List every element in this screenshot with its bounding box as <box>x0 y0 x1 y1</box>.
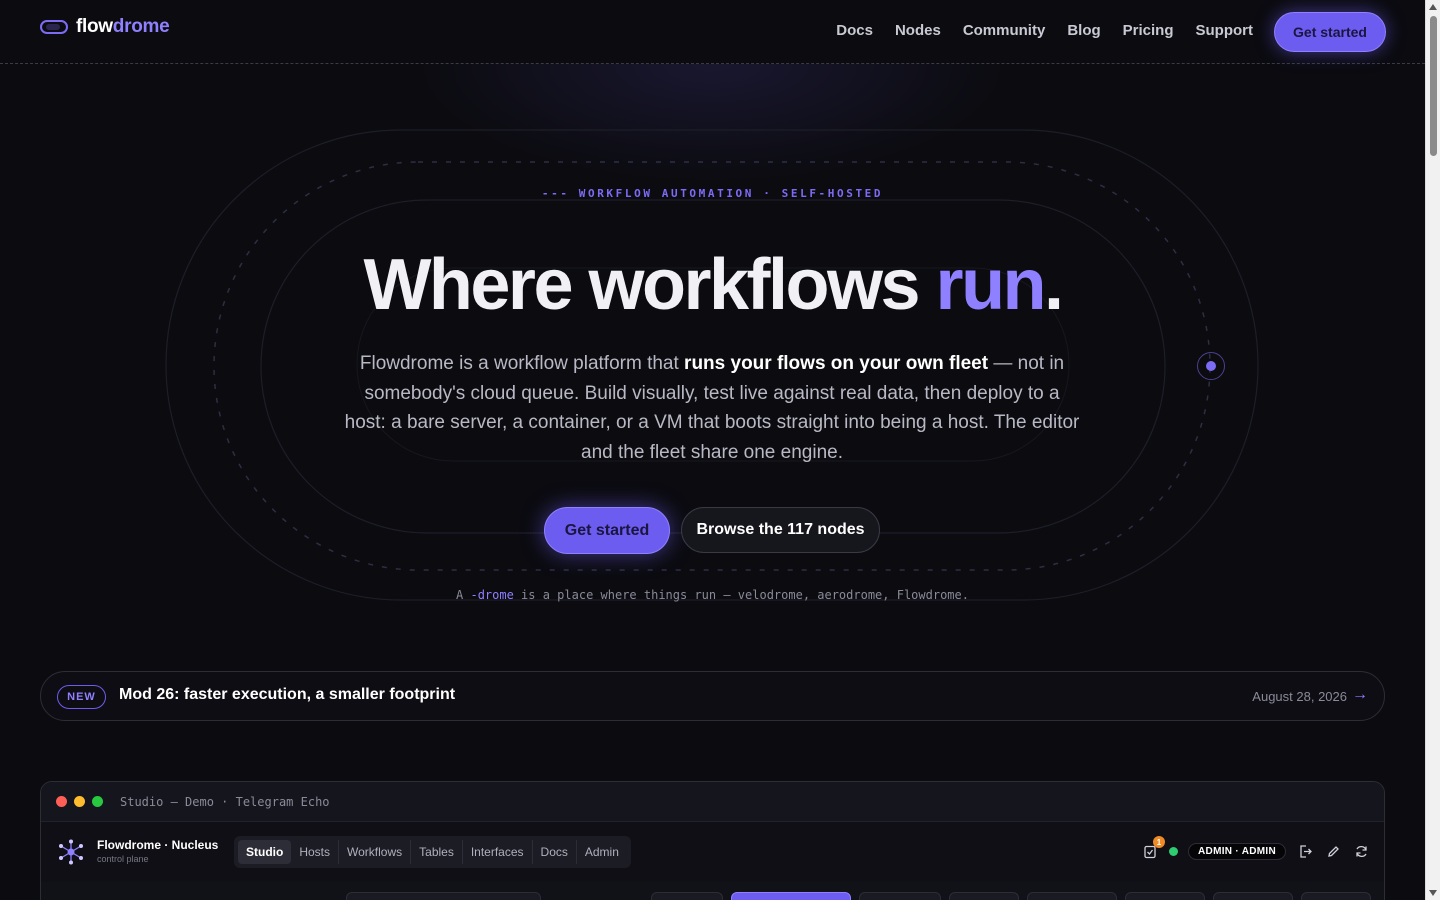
tab-admin[interactable]: Admin <box>577 840 627 864</box>
scroll-up-icon[interactable] <box>1429 4 1437 10</box>
studio-toolbar-button[interactable] <box>1213 892 1293 900</box>
nucleus-icon <box>59 839 83 865</box>
browse-nodes-button[interactable]: Browse the 117 nodes <box>681 507 880 553</box>
studio-toolbar-button[interactable] <box>1125 892 1205 900</box>
studio-toolbar-button[interactable] <box>949 892 1019 900</box>
new-badge: NEW <box>57 685 106 709</box>
tab-workflows[interactable]: Workflows <box>339 840 412 864</box>
tab-studio[interactable]: Studio <box>238 840 292 864</box>
studio-toolbar-button[interactable] <box>651 892 723 900</box>
window-title-bar: Studio — Demo · Telegram Echo <box>41 782 1384 822</box>
announcement-bar[interactable]: NEW Mod 26: faster execution, a smaller … <box>40 671 1385 721</box>
brand-subtitle: control plane <box>97 854 149 864</box>
refresh-icon[interactable] <box>1352 842 1370 860</box>
scroll-down-icon[interactable] <box>1429 890 1437 896</box>
window-minimize-dot <box>74 796 85 807</box>
studio-preview-window: Studio — Demo · Telegram Echo Flowdrome … <box>40 781 1385 900</box>
brand-name: Flowdrome · Nucleus <box>97 838 219 852</box>
window-close-dot <box>56 796 67 807</box>
studio-toolbar-button[interactable] <box>859 892 941 900</box>
studio-primary-toolbar-button[interactable] <box>731 892 851 900</box>
announcement-date: August 28, 2026 <box>1252 689 1347 704</box>
online-status-dot <box>1169 846 1179 856</box>
arrow-right-icon: → <box>1352 686 1368 703</box>
tab-interfaces[interactable]: Interfaces <box>463 840 533 864</box>
clipboard-check-icon[interactable]: 1 <box>1141 836 1166 860</box>
hero-description: Flowdrome is a workflow platform that ru… <box>344 353 1080 463</box>
app-toolbar: 1 ADMIN · ADMIN <box>1141 836 1370 860</box>
notification-badge: 1 <box>1153 836 1166 848</box>
page: flowdrome Docs Nodes Community Blog Pric… <box>0 0 1425 900</box>
studio-toolbar-button[interactable] <box>1301 892 1371 900</box>
page-scrollbar[interactable] <box>1425 0 1440 900</box>
studio-search-field[interactable] <box>346 892 541 900</box>
window-title: Studio — Demo · Telegram Echo <box>120 795 330 809</box>
orbit-node-icon <box>1197 352 1225 380</box>
scrollbar-thumb[interactable] <box>1430 16 1437 156</box>
pencil-icon[interactable] <box>1324 842 1342 860</box>
studio-tabs: Studio Hosts Workflows Tables Interfaces… <box>234 836 631 868</box>
announcement-title: Mod 26: faster execution, a smaller foot… <box>119 686 456 703</box>
hero-eyebrow: --- WORKFLOW AUTOMATION · SELF-HOSTED <box>541 187 884 200</box>
studio-toolbar-button[interactable] <box>1027 892 1117 900</box>
hero-headline: Where workflows run. <box>363 245 1064 325</box>
window-maximize-dot <box>92 796 103 807</box>
tab-tables[interactable]: Tables <box>411 840 463 864</box>
tab-hosts[interactable]: Hosts <box>291 840 340 864</box>
logout-icon[interactable] <box>1296 842 1314 860</box>
studio-app-bar: Flowdrome · Nucleus control plane Studio… <box>41 822 1384 882</box>
studio-toolbar-row <box>41 882 1384 900</box>
hero-get-started-button[interactable]: Get started <box>544 507 670 554</box>
user-role-pill[interactable]: ADMIN · ADMIN <box>1188 842 1286 860</box>
hero-tagline: A -drome is a place where things run — v… <box>456 588 969 602</box>
tab-docs[interactable]: Docs <box>533 840 577 864</box>
